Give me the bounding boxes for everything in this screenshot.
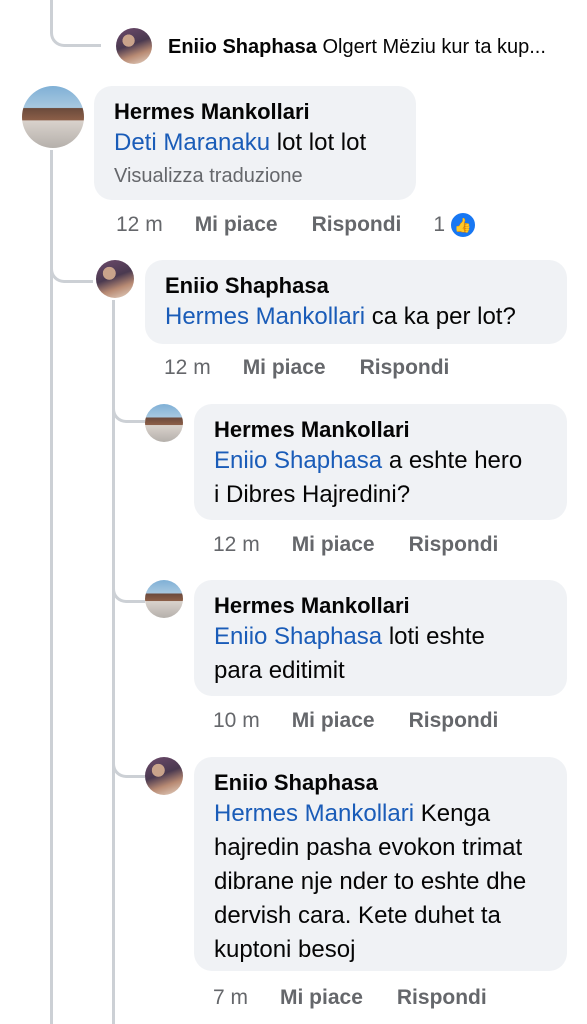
comment-author[interactable]: Hermes Mankollari <box>114 98 396 126</box>
comment-bubble: Eniio Shaphasa Hermes Mankollari Kenga ha… <box>194 757 567 971</box>
reply-button[interactable]: Rispondi <box>360 356 450 380</box>
avatar[interactable] <box>116 28 152 64</box>
like-button[interactable]: Mi piace <box>292 709 375 733</box>
avatar[interactable] <box>22 86 84 148</box>
comment-author[interactable]: Eniio Shaphasa <box>165 272 547 300</box>
thread-connector-reply-2 <box>112 390 145 423</box>
comment-time[interactable]: 7 m <box>213 986 248 1010</box>
comment-text: Hermes Mankollari Kenga hajredin pasha ev… <box>214 800 527 963</box>
comment-text: Eniio Shaphasa a eshte hero i Dibres Hajr… <box>214 447 523 508</box>
comment-author[interactable]: Hermes Mankollari <box>214 592 547 620</box>
thread-connector-reply-1 <box>50 230 93 283</box>
reply-button[interactable]: Rispondi <box>312 213 402 237</box>
comment-text: Deti Maranaku lot lot lot <box>114 129 367 156</box>
comment-actions: 10 m Mi piace Rispondi <box>213 709 530 733</box>
reply-button[interactable]: Rispondi <box>409 533 499 557</box>
like-count[interactable]: 1 <box>433 213 445 237</box>
comment-actions: 12 m Mi piace Rispondi 1 👍 <box>116 211 478 239</box>
avatar[interactable] <box>145 757 183 795</box>
like-button[interactable]: Mi piace <box>243 356 326 380</box>
reply-button[interactable]: Rispondi <box>409 709 499 733</box>
comment-actions: 12 m Mi piace Rispondi <box>213 533 530 557</box>
collapsed-reply-row[interactable]: Eniio Shaphasa Olgert Mëziu kur ta kup..… <box>168 33 546 61</box>
mention-link[interactable]: Hermes Mankollari <box>165 303 365 330</box>
like-button[interactable]: Mi piace <box>292 533 375 557</box>
comment-time[interactable]: 12 m <box>116 213 163 237</box>
comment-bubble: Hermes Mankollari Deti Maranaku lot lot … <box>94 86 416 200</box>
comment-time[interactable]: 10 m <box>213 709 260 733</box>
avatar[interactable] <box>96 260 134 298</box>
comment-actions: 12 m Mi piace Rispondi <box>164 356 481 380</box>
like-button[interactable]: Mi piace <box>195 213 278 237</box>
avatar[interactable] <box>145 580 183 618</box>
thread-connector-top <box>50 0 101 47</box>
comment-time[interactable]: 12 m <box>164 356 211 380</box>
mention-link[interactable]: Hermes Mankollari <box>214 800 414 827</box>
comment-text: Hermes Mankollari ca ka per lot? <box>165 303 516 330</box>
mention-link[interactable]: Deti Maranaku <box>114 129 270 156</box>
thumbs-up-icon: 👍 <box>449 211 478 239</box>
like-button[interactable]: Mi piace <box>280 986 363 1010</box>
see-translation-link[interactable]: Visualizza traduzione <box>114 162 396 190</box>
mention-link[interactable]: Eniio Shaphasa <box>214 623 382 650</box>
mention-link[interactable]: Eniio Shaphasa <box>214 447 382 474</box>
comment-author[interactable]: Hermes Mankollari <box>214 416 547 444</box>
reply-button[interactable]: Rispondi <box>397 986 487 1010</box>
reply-author: Eniio Shaphasa <box>168 36 317 58</box>
comment-actions: 7 m Mi piace Rispondi <box>213 986 519 1010</box>
comment-time[interactable]: 12 m <box>213 533 260 557</box>
thread-connector-reply-3 <box>112 570 145 603</box>
thread-line-main <box>50 150 53 1024</box>
comment-bubble: Eniio Shaphasa Hermes Mankollari ca ka p… <box>145 260 567 344</box>
comment-text: Eniio Shaphasa loti eshte para editimit <box>214 623 485 684</box>
comment-author[interactable]: Eniio Shaphasa <box>214 769 547 797</box>
avatar[interactable] <box>145 404 183 442</box>
thread-connector-reply-4 <box>112 745 145 778</box>
comment-bubble: Hermes Mankollari Eniio Shaphasa a eshte… <box>194 404 567 520</box>
comment-bubble: Hermes Mankollari Eniio Shaphasa loti es… <box>194 580 567 696</box>
reply-preview: Olgert Mëziu kur ta kup... <box>322 36 546 58</box>
